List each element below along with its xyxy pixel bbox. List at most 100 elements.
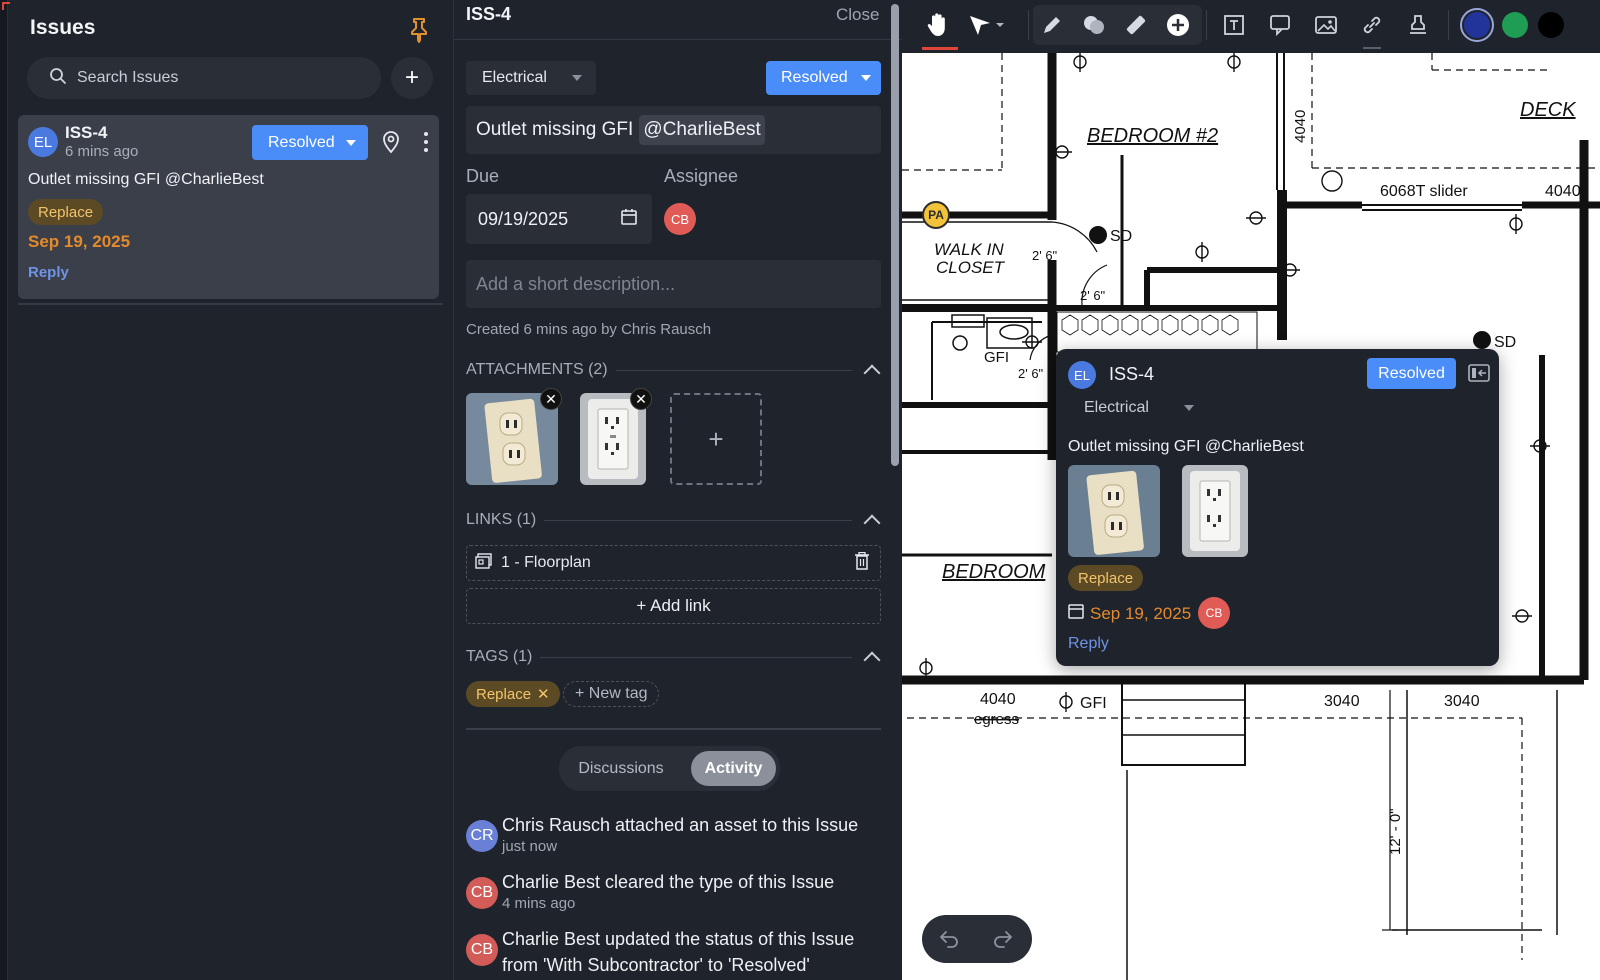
scrollbar[interactable] — [891, 4, 899, 466]
issue-card[interactable]: EL ISS-4 6 mins ago Resolved Outlet miss… — [18, 115, 439, 299]
add-attachment-button[interactable]: + — [670, 393, 762, 485]
corner-marker-icon — [2, 2, 10, 10]
hand-icon[interactable] — [924, 11, 952, 39]
chevron-up-icon[interactable] — [863, 651, 881, 669]
activity-item: CB Charlie Best cleared the type of this… — [466, 869, 886, 925]
shapes-icon[interactable] — [1080, 11, 1108, 39]
tab-discussions[interactable]: Discussions — [565, 751, 677, 786]
color-black-icon[interactable] — [1538, 12, 1564, 38]
remove-tag-icon[interactable]: ✕ — [537, 685, 550, 703]
undo-redo-group — [922, 915, 1032, 963]
room-label: DECK — [1520, 99, 1577, 121]
drawing-label: 4040 — [1545, 183, 1581, 200]
drawing-label: 3040 — [1444, 693, 1480, 710]
issue-detail-panel: ISS-4 Close Electrical Resolved Outlet m… — [454, 0, 902, 980]
due-date-text: Sep 19, 2025 — [1090, 603, 1192, 623]
chevron-up-icon[interactable] — [863, 514, 881, 532]
search-input[interactable] — [77, 69, 357, 87]
more-options-icon[interactable] — [422, 129, 430, 155]
title-input[interactable]: Outlet missing GFI @CharlieBest — [466, 106, 881, 154]
new-tag-button[interactable]: + New tag — [563, 681, 660, 707]
drawing-label: GFI — [984, 349, 1009, 366]
reply-link[interactable]: Reply — [1068, 635, 1109, 653]
status-label: Resolved — [268, 133, 335, 151]
user-marker[interactable]: PA — [922, 201, 950, 229]
app-root: Issues + EL ISS-4 6 mins ago Resolved — [0, 0, 1600, 980]
search-field[interactable] — [27, 57, 381, 99]
status-button[interactable]: Resolved — [1367, 358, 1456, 389]
room-label: BEDROOM — [942, 561, 1046, 583]
chevron-up-icon[interactable] — [863, 364, 881, 382]
avatar: CB — [466, 934, 498, 966]
color-navy-icon[interactable] — [1460, 8, 1494, 42]
due-date-input[interactable]: 09/19/2025 — [466, 194, 652, 244]
tags-header[interactable]: TAGS (1) — [466, 645, 881, 669]
description-field[interactable] — [466, 260, 881, 308]
tool-indicator — [1363, 47, 1381, 49]
color-green-icon[interactable] — [1502, 12, 1528, 38]
avatar: CB — [466, 877, 498, 909]
due-date-value: 09/19/2025 — [478, 208, 569, 229]
remove-attachment-icon[interactable]: ✕ — [540, 388, 562, 410]
remove-attachment-icon[interactable]: ✕ — [630, 388, 652, 410]
drawing-label: 2' 6" — [1018, 366, 1044, 381]
select-arrow-icon[interactable] — [966, 11, 1010, 39]
trash-icon[interactable] — [854, 551, 870, 575]
close-button[interactable]: Close — [836, 5, 879, 25]
type-dropdown[interactable]: Electrical — [1084, 399, 1194, 417]
attachment-thumbnail[interactable] — [1068, 465, 1160, 557]
tab-activity[interactable]: Activity — [691, 751, 776, 786]
avatar: EL — [28, 127, 58, 157]
text-box-icon[interactable] — [1220, 11, 1248, 39]
caret-down-icon — [1184, 405, 1194, 411]
status-dropdown[interactable]: Resolved — [252, 125, 368, 160]
issue-time: 6 mins ago — [65, 143, 139, 160]
link-label: 1 - Floorplan — [501, 554, 591, 571]
stamp-icon[interactable] — [1404, 11, 1432, 39]
pin-icon[interactable] — [404, 14, 434, 44]
links-header[interactable]: LINKS (1) — [466, 508, 881, 532]
type-dropdown[interactable]: Electrical — [466, 61, 596, 95]
activity-item: CR Chris Rausch attached an asset to thi… — [466, 812, 886, 868]
pencil-icon[interactable] — [1038, 11, 1066, 39]
drawing-label: 3040 — [1324, 693, 1360, 710]
tag-badge: Replace — [1068, 565, 1144, 591]
attachments-label: ATTACHMENTS (2) — [466, 361, 608, 378]
drawing-label: 2' 6" — [1080, 288, 1106, 303]
add-issue-icon[interactable] — [1164, 11, 1192, 39]
ruler-icon[interactable] — [1122, 11, 1150, 39]
callout-icon[interactable] — [1266, 11, 1294, 39]
link-icon[interactable] — [1358, 11, 1386, 39]
panel-edge — [0, 0, 8, 980]
due-date: Sep 19, 2025 — [28, 232, 131, 251]
mention-chip[interactable]: @CharlieBest — [639, 115, 765, 145]
attachments-header[interactable]: ATTACHMENTS (2) — [466, 358, 881, 382]
status-dropdown[interactable]: Resolved — [766, 61, 881, 95]
image-icon[interactable] — [1312, 11, 1340, 39]
assignee-avatar[interactable]: CB — [1198, 597, 1230, 629]
divider — [466, 728, 881, 730]
activity-text: Charlie Best cleared the type of this Is… — [502, 872, 835, 892]
popup-title: Outlet missing GFI @CharlieBest — [1068, 438, 1304, 455]
activity-item: CB Charlie Best updated the status of th… — [466, 926, 886, 980]
attachment-thumbnail[interactable] — [1182, 465, 1248, 557]
add-issue-button[interactable]: + — [391, 57, 433, 99]
issue-popup[interactable]: EL ISS-4 Resolved Electrical Outlet miss… — [1056, 349, 1499, 666]
undo-icon[interactable] — [938, 928, 960, 955]
calendar-icon[interactable] — [620, 208, 638, 231]
drawing-label: 2' 6" — [1032, 248, 1058, 263]
sheet-icon — [475, 552, 493, 574]
add-link-button[interactable]: + Add link — [466, 588, 881, 624]
activity-time: just now — [502, 838, 558, 855]
reply-link[interactable]: Reply — [28, 264, 69, 281]
assignee-avatar[interactable]: CB — [664, 203, 696, 235]
redo-icon[interactable] — [992, 928, 1014, 955]
status-label: Resolved — [781, 69, 848, 86]
tag-chip[interactable]: Replace ✕ — [466, 681, 560, 707]
open-panel-icon[interactable] — [1468, 363, 1490, 383]
activity-time: 4 mins ago — [502, 895, 576, 912]
location-pin-icon[interactable] — [380, 130, 402, 154]
assignee-label: Assignee — [664, 166, 739, 186]
link-item[interactable]: 1 - Floorplan — [466, 545, 881, 581]
description-input[interactable] — [476, 273, 866, 295]
